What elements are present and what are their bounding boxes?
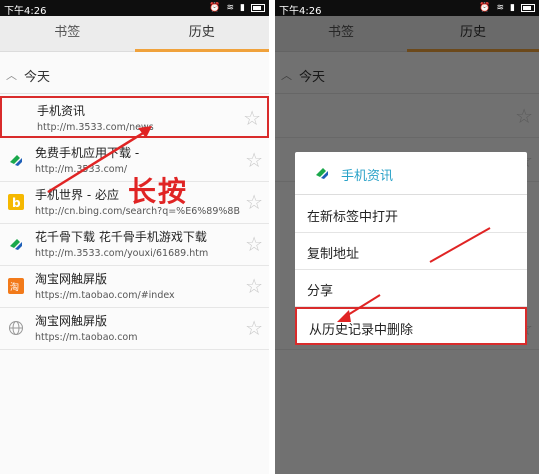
right-screen: 下午4:26 ⏰ ≋ ▮ 书签 历史 ︿ 今天 ☆ ☆ ☆ 手机资讯 [275, 0, 539, 474]
long-press-annotation: 长按 [128, 175, 189, 208]
left-screen: 下午4:26 ⏰ ≋ ▮ 书签 历史 ︿ 今天 手机资讯 http://m.35… [0, 0, 269, 474]
annotation-arrow [47, 126, 152, 194]
annotation-arrow [337, 227, 491, 322]
